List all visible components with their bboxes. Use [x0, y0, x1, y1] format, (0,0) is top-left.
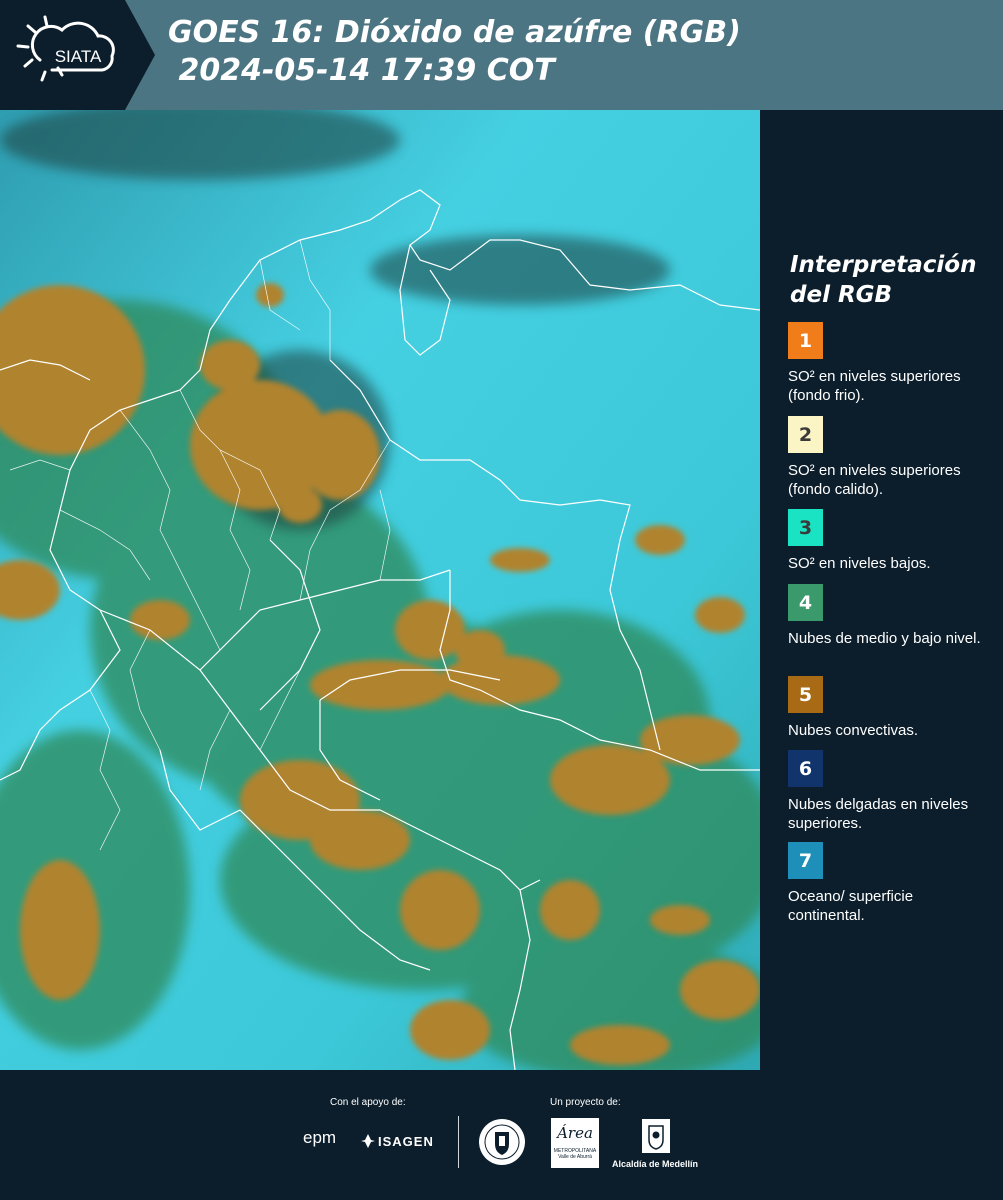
legend-label-6: Nubes delgadas en niveles superiores.: [788, 796, 969, 832]
legend-title: Interpretación del RGB: [790, 250, 990, 310]
legend-swatch-6: 6: [788, 750, 823, 787]
isagen-logo: ISAGEN: [378, 1134, 434, 1149]
legend-swatch-4: 4: [788, 584, 823, 621]
legend-swatch-5: 5: [788, 676, 823, 713]
siata-logo-block: SIATA: [0, 0, 155, 110]
legend-item-7: 7 Oceano/ superficie continental.: [788, 842, 988, 925]
legend-label-5: Nubes convectivas.: [788, 722, 919, 739]
legend-item-4: 4 Nubes de medio y bajo nivel.: [788, 584, 988, 648]
project-label: Un proyecto de:: [550, 1097, 621, 1108]
legend-title-line2: del RGB: [790, 282, 893, 308]
footer-divider: [458, 1116, 459, 1168]
satellite-map: [0, 110, 760, 1070]
legend-label-3: SO² en niveles bajos.: [788, 555, 931, 572]
legend-label-1: SO² en niveles superiores (fondo frio).: [788, 368, 961, 404]
alcaldia-crest-icon: [642, 1119, 670, 1153]
isagen-icon: [361, 1134, 375, 1148]
legend-item-1: 1 SO² en niveles superiores (fondo frio)…: [788, 322, 988, 405]
title-timestamp: 2024-05-14 17:39 COT: [168, 53, 555, 88]
legend-swatch-3: 3: [788, 509, 823, 546]
legend-item-3: 3 SO² en niveles bajos.: [788, 509, 988, 573]
header-bar: SIATA GOES 16: Dióxido de azúfre (RGB) 2…: [0, 0, 1003, 110]
title-product: GOES 16: Dióxido de azúfre (RGB): [168, 15, 741, 50]
legend-label-4: Nubes de medio y bajo nivel.: [788, 630, 981, 647]
legend-label-7: Oceano/ superficie continental.: [788, 888, 914, 924]
legend-swatch-2: 2: [788, 416, 823, 453]
area-metro-sub2: Valle de Aburrá: [558, 1154, 592, 1160]
legend-item-5: 5 Nubes convectivas.: [788, 676, 988, 740]
legend-item-2: 2 SO² en niveles superiores (fondo calid…: [788, 416, 988, 499]
medellin-seal-icon: [479, 1119, 525, 1165]
epm-logo: epm: [303, 1128, 337, 1147]
area-metropolitana-logo: Área METROPOLITANA Valle de Aburrá: [551, 1118, 599, 1168]
legend-swatch-7: 7: [788, 842, 823, 879]
siata-logo-text: SIATA: [55, 47, 102, 66]
page-title: GOES 16: Dióxido de azúfre (RGB) 2024-05…: [168, 14, 741, 90]
legend-swatch-1: 1: [788, 322, 823, 359]
area-metro-name: Área: [557, 1124, 593, 1142]
legend-label-2: SO² en niveles superiores (fondo calido)…: [788, 462, 961, 498]
satellite-rgb-map-icon: [0, 110, 760, 1070]
alcaldia-label: Alcaldía de Medellín: [612, 1159, 699, 1169]
legend-item-6: 6 Nubes delgadas en niveles superiores.: [788, 750, 988, 833]
support-label: Con el apoyo de:: [330, 1097, 406, 1108]
legend-title-line1: Interpretación: [790, 252, 977, 278]
